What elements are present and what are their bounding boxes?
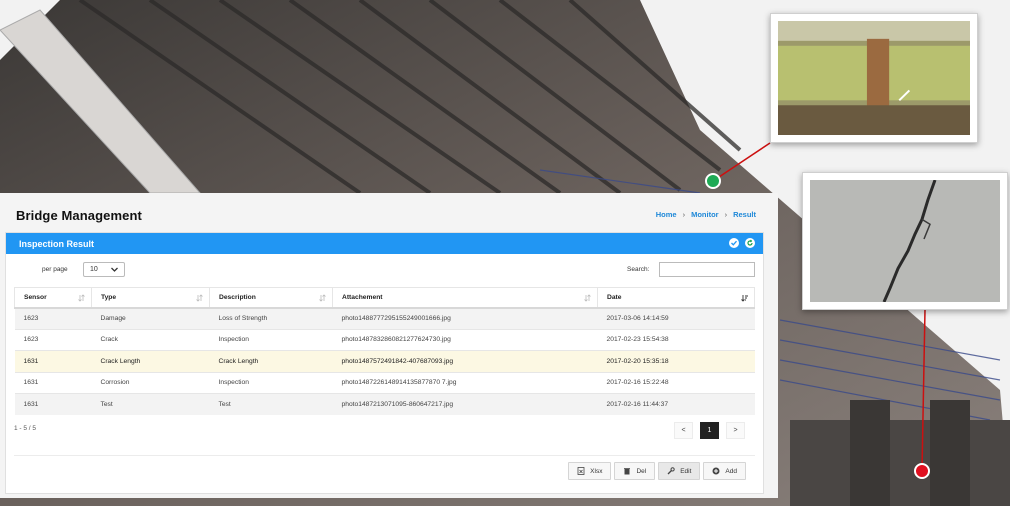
- cell-description: Loss of Strength: [209, 307, 333, 329]
- cell-sensor: 1631: [14, 350, 92, 372]
- crack-photo: [810, 180, 1000, 302]
- corrosion-photo: [778, 21, 970, 135]
- sort-desc-icon: [741, 295, 748, 302]
- table-row[interactable]: 1623 Damage Loss of Strength photo148877…: [14, 307, 755, 329]
- cell-type: Crack: [91, 328, 210, 351]
- breadcrumb-home[interactable]: Home: [656, 210, 677, 219]
- per-page-select[interactable]: 10: [83, 262, 125, 277]
- cell-attachement[interactable]: photo1487832860821277624730.jpg: [332, 328, 598, 351]
- sensor-marker-alert[interactable]: [913, 462, 931, 480]
- breadcrumb-separator: ›: [724, 210, 728, 219]
- divider: [14, 455, 755, 456]
- column-header-date[interactable]: Date: [597, 287, 755, 309]
- delete-button[interactable]: Del: [614, 462, 656, 480]
- cell-type: Damage: [91, 307, 210, 329]
- cell-type: Test: [91, 393, 210, 415]
- column-header-label: Type: [101, 293, 117, 301]
- search-input[interactable]: [659, 262, 755, 277]
- cell-date: 2017-02-23 15:54:38: [597, 328, 755, 351]
- check-icon[interactable]: [729, 238, 739, 248]
- cell-date: 2017-03-06 14:14:59: [597, 307, 755, 329]
- inspection-result-box: Inspection Result per page 10 Search: Se…: [5, 232, 764, 494]
- sort-icon: [584, 294, 591, 302]
- pagination: < 1 >: [674, 422, 745, 439]
- cell-attachement[interactable]: photo1487226148914135877870 7.jpg: [332, 371, 598, 394]
- sort-icon: [319, 294, 326, 302]
- cell-type: Crack Length: [91, 350, 210, 372]
- cell-date: 2017-02-20 15:35:18: [597, 350, 755, 372]
- action-toolbar: Xlsx Del Edit Add: [568, 462, 746, 480]
- sensor-marker-ok[interactable]: [704, 172, 722, 190]
- cell-sensor: 1631: [14, 393, 92, 415]
- plus-circle-icon: [712, 467, 720, 475]
- inspection-table: Sensor Type Description Attachement Date…: [14, 287, 755, 415]
- wrench-icon: [667, 467, 675, 475]
- add-label: Add: [725, 467, 737, 475]
- per-page-value: 10: [90, 266, 98, 273]
- cell-date: 2017-02-16 11:44:37: [597, 393, 755, 415]
- column-header-type[interactable]: Type: [91, 287, 210, 309]
- box-header: Inspection Result: [6, 233, 763, 254]
- cell-description: Crack Length: [209, 350, 333, 372]
- breadcrumb: Home › Monitor › Result: [656, 210, 756, 219]
- sort-icon: [196, 294, 203, 302]
- page-title: Bridge Management: [16, 208, 142, 223]
- breadcrumb-monitor[interactable]: Monitor: [691, 210, 719, 219]
- column-header-label: Attachement: [342, 293, 383, 301]
- inspection-photo-crack[interactable]: [802, 172, 1008, 310]
- sort-icon: [78, 294, 85, 302]
- cell-sensor: 1631: [14, 371, 92, 394]
- table-row[interactable]: 1623 Crack Inspection photo1487832860821…: [14, 328, 755, 351]
- cell-attachement[interactable]: photo1487572491842-407687093.jpg: [332, 350, 598, 372]
- cell-description: Inspection: [209, 371, 333, 394]
- column-header-label: Sensor: [24, 293, 47, 301]
- delete-label: Del: [636, 467, 647, 475]
- next-page-button[interactable]: >: [726, 422, 745, 439]
- search-label: Search:: [627, 266, 650, 273]
- cell-date: 2017-02-16 15:22:48: [597, 371, 755, 394]
- cell-description: Inspection: [209, 328, 333, 351]
- chevron-down-icon: [111, 267, 118, 272]
- cell-type: Corrosion: [91, 371, 210, 394]
- edit-label: Edit: [680, 467, 692, 475]
- column-header-label: Date: [607, 293, 622, 301]
- xlsx-label: Xlsx: [590, 467, 603, 475]
- cell-attachement[interactable]: photo1488777295155249001666.jpg: [332, 307, 598, 329]
- trash-icon: [624, 468, 631, 475]
- box-title: Inspection Result: [19, 238, 95, 249]
- column-header-attachement[interactable]: Attachement: [332, 287, 598, 309]
- cell-sensor: 1623: [14, 328, 92, 351]
- breadcrumb-separator: ›: [682, 210, 686, 219]
- column-header-description[interactable]: Description: [209, 287, 333, 309]
- page-1-button[interactable]: 1: [700, 422, 719, 439]
- bridge-management-panel: Bridge Management Home › Monitor › Resul…: [0, 193, 778, 498]
- table-row[interactable]: 1631 Corrosion Inspection photo148722614…: [14, 371, 755, 394]
- column-header-label: Description: [219, 293, 256, 301]
- refresh-icon[interactable]: [745, 238, 755, 248]
- cell-sensor: 1623: [14, 307, 92, 329]
- table-row-selected[interactable]: 1631 Crack Length Crack Length photo1487…: [14, 350, 755, 372]
- column-header-sensor[interactable]: Sensor: [14, 287, 92, 309]
- cell-attachement[interactable]: photo1487213071095-860647217.jpg: [332, 393, 598, 415]
- table-row[interactable]: 1631 Test Test photo1487213071095-860647…: [14, 393, 755, 415]
- breadcrumb-result[interactable]: Result: [733, 210, 756, 219]
- edit-button[interactable]: Edit: [658, 462, 701, 480]
- add-button[interactable]: Add: [703, 462, 746, 480]
- cell-description: Test: [209, 393, 333, 415]
- pagination-info: 1 - 5 / 5: [14, 425, 37, 432]
- file-excel-icon: [577, 467, 585, 475]
- per-page-label: per page: [42, 266, 68, 273]
- table-header-row: Sensor Type Description Attachement Date: [14, 287, 755, 309]
- prev-page-button[interactable]: <: [674, 422, 693, 439]
- xlsx-export-button[interactable]: Xlsx: [568, 462, 612, 480]
- inspection-photo-corrosion[interactable]: [770, 13, 978, 143]
